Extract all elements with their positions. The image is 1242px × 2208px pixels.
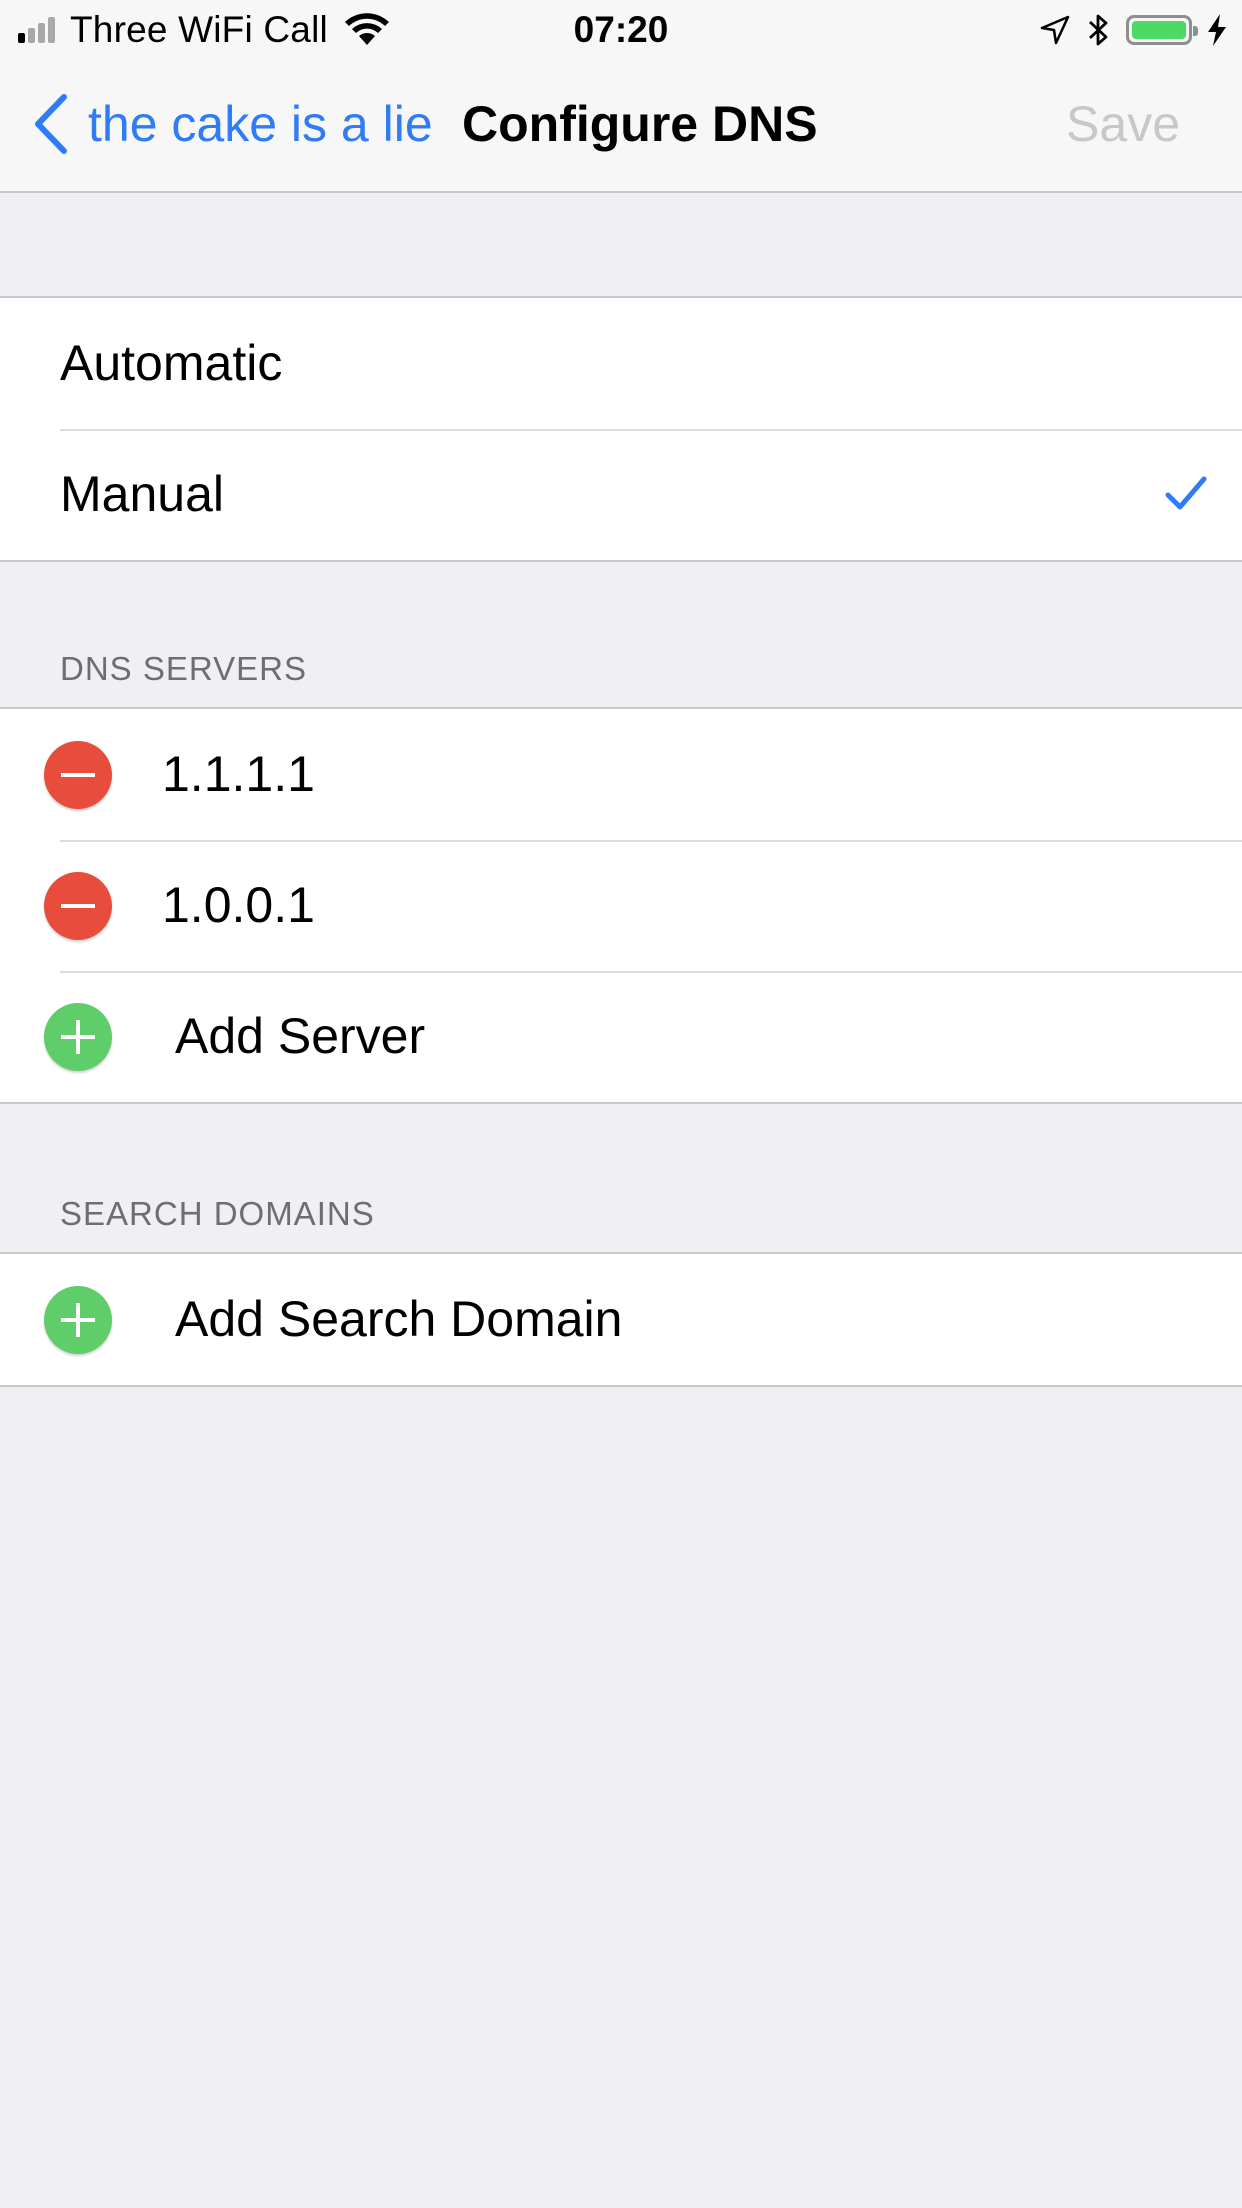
option-manual[interactable]: Manual: [0, 429, 1242, 560]
add-search-domain-label: Add Search Domain: [175, 1291, 623, 1347]
dns-server-row: 1.0.0.1: [0, 840, 1242, 971]
dns-server-value[interactable]: 1.1.1.1: [162, 709, 315, 840]
battery-level: [1132, 21, 1186, 39]
dns-servers-group: 1.1.1.1 1.0.0.1 Add Server: [0, 707, 1242, 1104]
dns-server-row: 1.1.1.1: [0, 709, 1242, 840]
add-search-domain-row[interactable]: Add Search Domain: [0, 1254, 1242, 1385]
delete-server-button[interactable]: [44, 872, 112, 940]
search-domains-group: Add Search Domain: [0, 1252, 1242, 1387]
status-right: [1040, 8, 1228, 52]
navigation-bar: the cake is a lie Configure DNS Save: [0, 60, 1242, 193]
save-button[interactable]: Save: [1066, 94, 1180, 154]
battery-icon: [1126, 15, 1198, 45]
status-bar: Three WiFi Call 07:20: [0, 0, 1242, 60]
back-button[interactable]: the cake is a lie: [30, 94, 433, 154]
option-automatic-label: Automatic: [60, 335, 283, 391]
page-title: Configure DNS: [462, 96, 818, 152]
add-server-button[interactable]: [44, 1003, 112, 1071]
option-manual-label: Manual: [60, 466, 224, 522]
checkmark-icon: [1165, 476, 1207, 510]
dns-servers-header: DNS SERVERS: [60, 650, 307, 687]
delete-server-button[interactable]: [44, 741, 112, 809]
search-domains-header: SEARCH DOMAINS: [60, 1195, 375, 1232]
add-search-domain-button[interactable]: [44, 1286, 112, 1354]
bluetooth-icon: [1089, 14, 1108, 46]
location-arrow-icon: [1040, 15, 1070, 45]
chevron-left-icon: [35, 94, 67, 154]
add-server-row[interactable]: Add Server: [0, 971, 1242, 1102]
charging-bolt-icon: [1208, 14, 1226, 46]
add-server-label: Add Server: [175, 1008, 426, 1064]
dns-server-value[interactable]: 1.0.0.1: [162, 840, 315, 971]
option-automatic[interactable]: Automatic: [0, 298, 1242, 429]
dns-mode-group: Automatic Manual: [0, 296, 1242, 562]
back-button-label: the cake is a lie: [88, 96, 433, 152]
